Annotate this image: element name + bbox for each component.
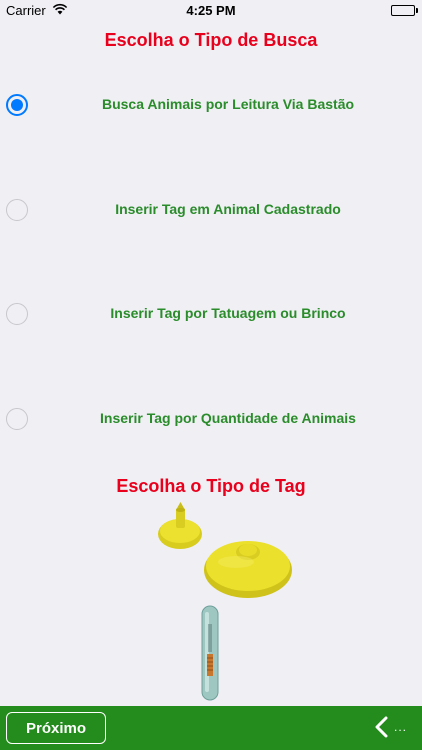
radio-button[interactable] — [6, 303, 28, 325]
radio-button[interactable] — [6, 199, 28, 221]
radio-button-selected[interactable] — [6, 94, 28, 116]
battery-icon — [391, 5, 415, 16]
option-label[interactable]: Inserir Tag em Animal Cadastrado — [34, 201, 422, 217]
search-option-quantidade[interactable]: Inserir Tag por Quantidade de Animais — [0, 400, 422, 440]
clock: 4:25 PM — [186, 3, 236, 18]
search-option-bastao[interactable]: Busca Animais por Leitura Via Bastão — [0, 86, 422, 126]
yellow-ear-tag-image[interactable] — [150, 502, 310, 602]
battery-cap — [416, 8, 418, 13]
search-type-title: Escolha o Tipo de Busca — [104, 30, 318, 50]
option-label[interactable]: Inserir Tag por Quantidade de Animais — [34, 410, 422, 426]
search-option-tatuagem[interactable]: Inserir Tag por Tatuagem ou Brinco — [0, 295, 422, 335]
search-option-cadastrado[interactable]: Inserir Tag em Animal Cadastrado — [0, 191, 422, 231]
chevron-left-icon[interactable] — [374, 716, 388, 743]
bottom-toolbar: Próximo ... — [0, 706, 422, 750]
more-dots[interactable]: ... — [394, 720, 407, 734]
glass-capsule-tag-image[interactable] — [196, 604, 224, 704]
status-bar: Carrier 4:25 PM — [0, 0, 422, 22]
next-button[interactable]: Próximo — [6, 712, 106, 744]
option-label[interactable]: Busca Animais por Leitura Via Bastão — [34, 96, 422, 112]
back-button[interactable]: ... — [374, 714, 416, 742]
option-label[interactable]: Inserir Tag por Tatuagem ou Brinco — [34, 305, 422, 321]
tag-type-title: Escolha o Tipo de Tag — [116, 476, 306, 496]
radio-button[interactable] — [6, 408, 28, 430]
